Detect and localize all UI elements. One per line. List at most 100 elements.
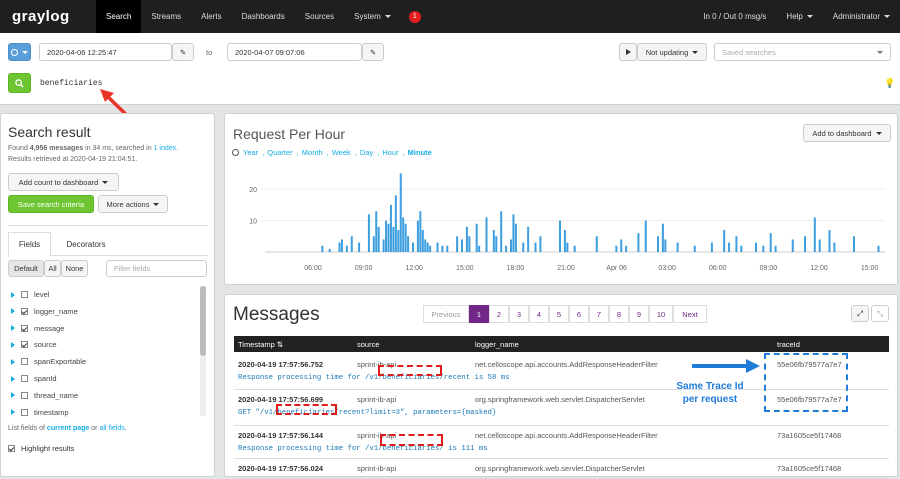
- chart-bar: [755, 242, 757, 252]
- chart-bar: [389, 204, 392, 252]
- expand-field-icon[interactable]: [11, 325, 15, 332]
- nav-system[interactable]: System: [344, 0, 401, 33]
- page-9[interactable]: 9: [629, 305, 649, 323]
- expand-field-icon[interactable]: [11, 375, 15, 382]
- from-date-input[interactable]: 2020-04-06 12:25:47: [39, 43, 172, 61]
- page-10[interactable]: 10: [649, 305, 673, 323]
- nav-help[interactable]: Help: [776, 0, 822, 33]
- filter-all-button[interactable]: All: [44, 260, 61, 277]
- fields-scrollbar[interactable]: [200, 286, 206, 416]
- add-count-to-dashboard-button[interactable]: Add count to dashboard: [8, 173, 119, 191]
- scrollbar-thumb[interactable]: [200, 286, 206, 356]
- nav-sources[interactable]: Sources: [295, 0, 344, 33]
- checkbox-icon[interactable]: [8, 445, 15, 452]
- expand-field-icon[interactable]: [11, 341, 15, 348]
- field-item[interactable]: spanExportable: [11, 357, 86, 366]
- more-actions-button[interactable]: More actions: [98, 195, 168, 213]
- field-item[interactable]: source: [11, 340, 57, 349]
- to-date-picker-button[interactable]: ✎: [362, 43, 384, 61]
- expand-field-icon[interactable]: [11, 308, 15, 315]
- current-page-link[interactable]: current page: [47, 425, 89, 432]
- field-item[interactable]: thread_name: [11, 391, 78, 400]
- page-next[interactable]: Next: [673, 305, 707, 323]
- range-type-button[interactable]: [8, 43, 31, 61]
- resolution-day[interactable]: Day: [360, 148, 373, 157]
- field-checkbox[interactable]: [21, 375, 28, 382]
- chart-bar: [804, 236, 806, 252]
- field-checkbox[interactable]: [21, 307, 28, 315]
- nav-search[interactable]: Search: [96, 0, 142, 33]
- graylog-logo[interactable]: graylog: [0, 0, 96, 33]
- nav-user[interactable]: Administrator: [823, 0, 900, 33]
- page-4[interactable]: 4: [529, 305, 549, 323]
- col-traceid[interactable]: traceId: [777, 340, 800, 349]
- lightbulb-icon[interactable]: 💡: [884, 78, 895, 89]
- field-checkbox[interactable]: [21, 408, 28, 416]
- resolution-week[interactable]: Week: [332, 148, 351, 157]
- sort-icon[interactable]: ⇅: [275, 340, 283, 349]
- pencil-icon: ✎: [179, 47, 187, 57]
- from-date-picker-button[interactable]: ✎: [172, 43, 194, 61]
- chart-bar: [338, 242, 341, 252]
- field-checkbox[interactable]: [21, 324, 28, 332]
- search-query-input[interactable]: beneficiaries: [40, 79, 102, 88]
- page-5[interactable]: 5: [549, 305, 569, 323]
- filter-none-button[interactable]: None: [61, 260, 88, 277]
- add-to-dashboard-button[interactable]: Add to dashboard: [803, 124, 891, 142]
- chevron-down-icon: [384, 15, 391, 18]
- page-8[interactable]: 8: [609, 305, 629, 323]
- field-name: thread_name: [34, 390, 79, 400]
- field-checkbox[interactable]: [21, 341, 28, 349]
- index-link[interactable]: 1 index: [154, 145, 177, 152]
- page-7[interactable]: 7: [589, 305, 609, 323]
- field-item[interactable]: spanId: [11, 374, 57, 383]
- all-fields-link[interactable]: all fields: [99, 425, 124, 432]
- filter-fields-input[interactable]: Filter fields: [106, 260, 207, 277]
- resolution-year[interactable]: Year: [243, 148, 258, 157]
- resolution-minute[interactable]: Minute: [408, 148, 432, 157]
- notification-badge[interactable]: 1: [408, 10, 421, 23]
- field-checkbox[interactable]: [21, 291, 28, 298]
- page-1[interactable]: 1: [469, 305, 489, 323]
- saved-searches-select[interactable]: Saved searches: [714, 43, 891, 61]
- expand-field-icon[interactable]: [11, 409, 15, 416]
- resolution-month[interactable]: Month: [302, 148, 323, 157]
- field-checkbox[interactable]: [21, 358, 28, 366]
- expand-field-icon[interactable]: [11, 291, 15, 298]
- page-6[interactable]: 6: [569, 305, 589, 323]
- resolution-quarter[interactable]: Quarter: [267, 148, 292, 157]
- tab-fields[interactable]: Fields: [8, 232, 51, 257]
- nav-streams[interactable]: Streams: [141, 0, 191, 33]
- field-item[interactable]: timestamp: [11, 408, 69, 417]
- field-item[interactable]: logger_name: [11, 307, 78, 316]
- nav-dashboards[interactable]: Dashboards: [232, 0, 295, 33]
- save-search-criteria-button[interactable]: Save search criteria: [8, 195, 94, 213]
- page-2[interactable]: 2: [489, 305, 509, 323]
- col-source[interactable]: source: [357, 340, 380, 349]
- tab-decorators[interactable]: Decorators: [55, 232, 117, 256]
- play-button[interactable]: [619, 43, 637, 61]
- table-row[interactable]: 2020-04-19 17:57:56.144 sprint-ib-api net.…: [234, 426, 889, 459]
- field-item[interactable]: level: [11, 290, 49, 299]
- field-item[interactable]: message: [11, 324, 64, 333]
- nav-alerts[interactable]: Alerts: [191, 0, 231, 33]
- search-button[interactable]: [8, 73, 31, 93]
- highlight-results-toggle[interactable]: Highlight results: [8, 444, 74, 453]
- trace-id-highlight-annotation: [764, 353, 848, 412]
- expand-field-icon[interactable]: [11, 358, 15, 365]
- col-timestamp[interactable]: Timestamp ⇅: [238, 340, 283, 349]
- page-previous[interactable]: Previous: [423, 305, 469, 323]
- resolution-hour[interactable]: Hour: [382, 148, 398, 157]
- expand-field-icon[interactable]: [11, 392, 15, 399]
- expand-button[interactable]: ⤢: [851, 305, 869, 322]
- to-date-input[interactable]: 2020-04-07 09:07:06: [227, 43, 362, 61]
- row-message: Response processing time for /v1/benefic…: [238, 374, 510, 382]
- table-row[interactable]: 2020-04-19 17:57:56.024 sprint-ib-api org.…: [234, 459, 889, 479]
- field-checkbox[interactable]: [21, 391, 28, 399]
- refresh-dropdown[interactable]: Not updating: [637, 43, 707, 61]
- collapse-button[interactable]: ⤡: [871, 305, 889, 322]
- field-filter-buttons: Default All None: [8, 260, 88, 277]
- filter-default-button[interactable]: Default: [8, 260, 44, 277]
- page-3[interactable]: 3: [509, 305, 529, 323]
- col-logger-name[interactable]: logger_name: [475, 340, 519, 349]
